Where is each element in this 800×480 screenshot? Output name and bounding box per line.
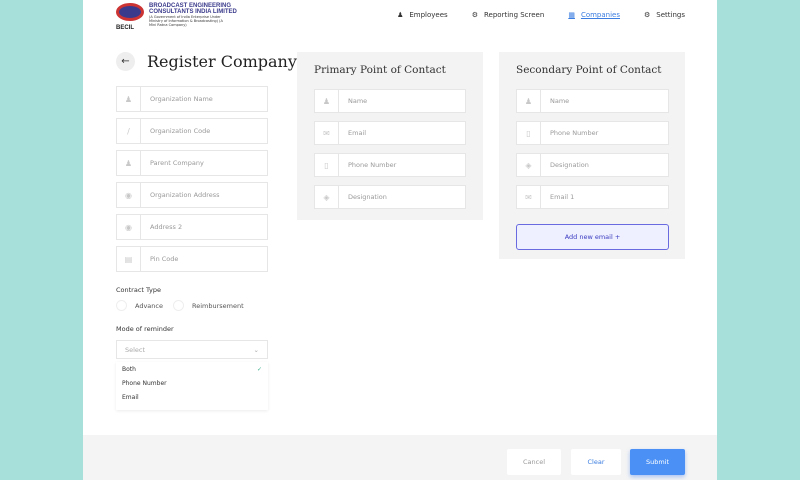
- back-arrow-button[interactable]: ←: [116, 52, 135, 71]
- location-icon: ◉: [117, 183, 141, 207]
- submit-button[interactable]: Submit: [630, 449, 685, 475]
- option-email[interactable]: Email: [116, 390, 268, 404]
- logo-tagline: (A Government of India Enterprise Under …: [149, 15, 223, 27]
- option-label: Email: [122, 393, 139, 401]
- person-icon: ♟: [517, 90, 541, 112]
- code-icon: /: [117, 119, 141, 143]
- primary-contact-title: Primary Point of Contact: [314, 64, 446, 76]
- placeholder: Organization Name: [150, 95, 213, 103]
- person-add-icon: ♟: [117, 151, 141, 175]
- location-icon: ◉: [117, 215, 141, 239]
- nav-settings[interactable]: ⚙ Settings: [644, 11, 685, 19]
- placeholder: Phone Number: [550, 129, 599, 137]
- placeholder: Pin Code: [150, 255, 179, 263]
- placeholder: Organization Code: [150, 127, 211, 135]
- parent-company-input[interactable]: ♟ Parent Company: [116, 150, 268, 176]
- primary-phone-input[interactable]: ▯ Phone Number: [314, 153, 466, 177]
- footer-bar: [83, 435, 717, 480]
- address-2-input[interactable]: ◉ Address 2: [116, 214, 268, 240]
- placeholder: Email: [348, 129, 367, 137]
- arrow-left-icon: ←: [121, 56, 130, 67]
- becil-logo: BECIL BROADCAST ENGINEERING CONSULTANTS …: [116, 3, 237, 31]
- tag-icon: ◈: [517, 154, 541, 176]
- add-new-email-button[interactable]: Add new email +: [516, 224, 669, 250]
- radio-circle: [116, 300, 127, 311]
- phone-icon: ▯: [315, 154, 339, 176]
- placeholder: Email 1: [550, 193, 575, 201]
- organization-code-input[interactable]: / Organization Code: [116, 118, 268, 144]
- radio-circle: [173, 300, 184, 311]
- placeholder: Name: [348, 97, 368, 105]
- reminder-select[interactable]: Select ⌄: [116, 340, 268, 359]
- check-icon: ✓: [256, 365, 262, 373]
- page-title: Register Company: [147, 52, 297, 71]
- secondary-email-1-input[interactable]: ✉ Email 1: [516, 185, 669, 209]
- placeholder: Address 2: [150, 223, 183, 231]
- radio-advance[interactable]: Advance: [116, 300, 163, 311]
- option-phone-number[interactable]: Phone Number: [116, 376, 268, 390]
- nav-employees[interactable]: ♟ Employees: [397, 11, 448, 19]
- placeholder: Organization Address: [150, 191, 220, 199]
- placeholder: Name: [550, 97, 570, 105]
- nav-label: Reporting Screen: [483, 11, 545, 19]
- radio-label: Advance: [135, 301, 163, 310]
- option-label: Both: [122, 365, 136, 373]
- option-label: Phone Number: [122, 379, 167, 387]
- phone-icon: ▯: [517, 122, 541, 144]
- chevron-down-icon: ⌄: [253, 345, 259, 354]
- placeholder: Phone Number: [348, 161, 397, 169]
- option-both[interactable]: Both ✓: [116, 362, 268, 376]
- nav-label: Employees: [409, 11, 448, 19]
- logo-mark: BECIL: [116, 3, 146, 31]
- placeholder: Parent Company: [150, 159, 204, 167]
- secondary-designation-input[interactable]: ◈ Designation: [516, 153, 669, 177]
- person-icon: ♟: [397, 11, 404, 19]
- organization-name-input[interactable]: ♟ Organization Name: [116, 86, 268, 112]
- mail-icon: ✉: [517, 186, 541, 208]
- secondary-contact-title: Secondary Point of Contact: [516, 64, 662, 76]
- placeholder: Designation: [550, 161, 589, 169]
- gear-icon: ⚙: [644, 11, 651, 19]
- app-window: BECIL BROADCAST ENGINEERING CONSULTANTS …: [83, 0, 717, 480]
- secondary-name-input[interactable]: ♟ Name: [516, 89, 669, 113]
- nav-reporting-screen[interactable]: ⚙ Reporting Screen: [472, 11, 545, 19]
- nav-label: Companies: [580, 11, 620, 19]
- nav-label: Settings: [656, 11, 685, 19]
- cancel-button[interactable]: Cancel: [507, 449, 561, 475]
- primary-designation-input[interactable]: ◈ Designation: [314, 185, 466, 209]
- contract-type-label: Contract Type: [116, 286, 161, 294]
- top-nav: ♟ Employees ⚙ Reporting Screen ▦ Companies …: [397, 11, 685, 19]
- building-icon: ▦: [568, 11, 575, 19]
- person-add-icon: ♟: [117, 87, 141, 111]
- trash-icon: ▤: [117, 247, 141, 271]
- secondary-phone-input[interactable]: ▯ Phone Number: [516, 121, 669, 145]
- radio-reimbursement[interactable]: Reimbursement: [173, 300, 244, 311]
- reminder-label: Mode of reminder: [116, 325, 174, 333]
- select-placeholder: Select: [125, 345, 146, 354]
- tag-icon: ◈: [315, 186, 339, 208]
- placeholder: Designation: [348, 193, 387, 201]
- person-icon: ♟: [315, 90, 339, 112]
- primary-email-input[interactable]: ✉ Email: [314, 121, 466, 145]
- primary-name-input[interactable]: ♟ Name: [314, 89, 466, 113]
- report-icon: ⚙: [471, 11, 478, 19]
- organization-address-input[interactable]: ◉ Organization Address: [116, 182, 268, 208]
- reminder-dropdown: Both ✓ Phone Number Email: [116, 362, 268, 410]
- clear-button[interactable]: Clear: [571, 449, 621, 475]
- pin-code-input[interactable]: ▤ Pin Code: [116, 246, 268, 272]
- nav-companies[interactable]: ▦ Companies: [568, 11, 620, 19]
- mail-icon: ✉: [315, 122, 339, 144]
- radio-label: Reimbursement: [192, 301, 244, 310]
